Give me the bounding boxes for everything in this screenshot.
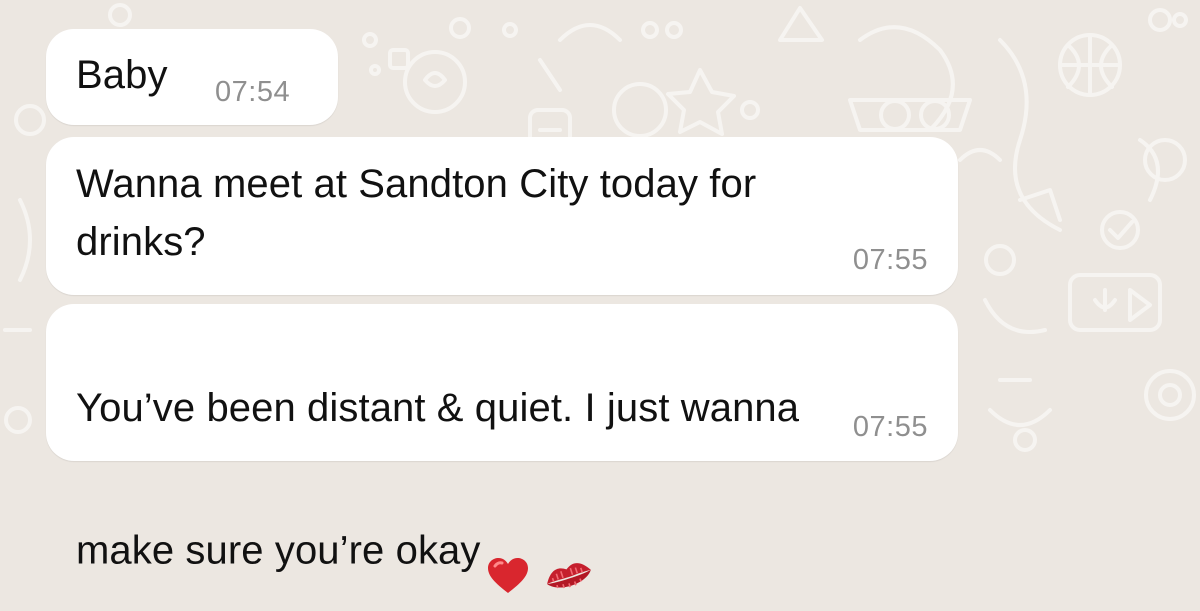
message-timestamp: 07:55 <box>852 411 928 443</box>
message-text: You’ve been distant & quiet. I just wann… <box>76 321 936 611</box>
heart-emoji <box>487 495 529 611</box>
message-text: Baby <box>76 53 168 97</box>
message-text-line-2: make sure you’re okay <box>76 528 481 573</box>
message-bubble[interactable]: Baby 07:54 <box>46 29 338 125</box>
message-bubble[interactable]: Wanna meet at Sandton City today for dri… <box>46 137 958 295</box>
kiss-mark-emoji <box>543 495 595 611</box>
message-timestamp: 07:54 <box>215 76 291 108</box>
message-bubble[interactable]: You’ve been distant & quiet. I just wann… <box>46 304 958 593</box>
message-text-line-1: You’ve been distant & quiet. I just wann… <box>76 386 800 430</box>
message-timestamp: 07:55 <box>852 244 928 276</box>
message-text: Wanna meet at Sandton City today for dri… <box>76 162 757 264</box>
